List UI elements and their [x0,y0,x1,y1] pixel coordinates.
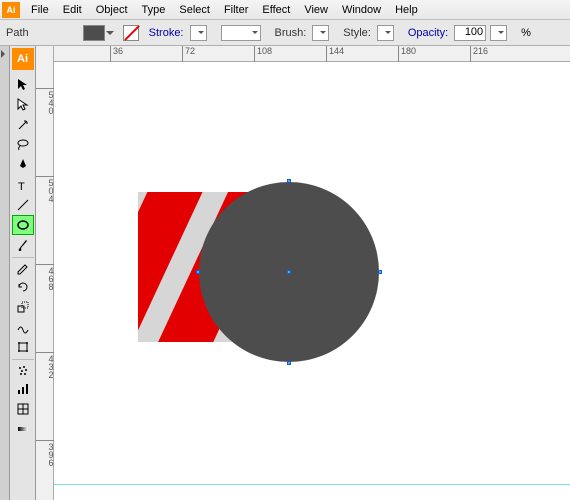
h-ruler-tick: 144 [326,46,344,62]
v-ruler-tick: 396 [36,440,54,466]
h-ruler-tick: 72 [182,46,195,62]
menu-view[interactable]: View [297,4,335,16]
style-label: Style: [343,27,371,39]
graph-tool[interactable] [12,379,34,399]
ellipse-object-selected[interactable] [199,182,379,362]
left-anchor[interactable] [196,270,200,274]
horizontal-guide[interactable] [54,484,570,485]
scale-tool[interactable] [12,297,34,317]
h-ruler-tick: 180 [398,46,416,62]
expand-arrow-icon [1,50,9,58]
menu-bar: Ai FileEditObjectTypeSelectFilterEffectV… [0,0,570,20]
svg-text:T: T [18,181,25,192]
center-anchor[interactable] [287,270,291,274]
warp-tool[interactable] [12,317,34,337]
gradient-tool[interactable] [12,419,34,439]
ellipse-tool[interactable] [12,215,34,235]
type-tool[interactable]: T [12,175,34,195]
menu-edit[interactable]: Edit [56,4,89,16]
h-ruler-tick: 108 [254,46,272,62]
h-ruler-tick: 216 [470,46,488,62]
menu-file[interactable]: File [24,4,56,16]
brush-dropdown[interactable] [312,25,329,41]
magic-wand-tool[interactable] [12,115,34,135]
menu-window[interactable]: Window [335,4,388,16]
control-bar: Path Stroke: Brush: Style: Opacity: 100 … [0,20,570,46]
opacity-dropdown[interactable] [490,25,507,41]
v-ruler-tick: 468 [36,264,54,290]
menu-filter[interactable]: Filter [217,4,255,16]
lasso-tool[interactable] [12,135,34,155]
fill-swatch[interactable] [83,25,105,41]
h-ruler-tick: 36 [110,46,123,62]
panel-collapse-strip[interactable] [0,46,10,500]
line-tool[interactable] [12,195,34,215]
top-anchor[interactable] [287,179,291,183]
menu-type[interactable]: Type [135,4,173,16]
direct-selection-tool[interactable] [12,95,34,115]
right-anchor[interactable] [378,270,382,274]
free-transform-tool[interactable] [12,337,34,357]
selection-type-label: Path [6,27,29,39]
ai-badge: Ai [12,48,34,70]
menu-select[interactable]: Select [172,4,217,16]
v-ruler-tick: 504 [36,176,54,202]
brush-label: Brush: [275,27,307,39]
menu-help[interactable]: Help [388,4,425,16]
artboard[interactable] [54,62,570,500]
toolbox: Ai T [10,46,36,500]
pen-tool[interactable] [12,155,34,175]
no-stroke-icon[interactable] [123,25,139,41]
menu-object[interactable]: Object [89,4,135,16]
pencil-tool[interactable] [12,257,34,277]
rotate-tool[interactable] [12,277,34,297]
app-icon: Ai [2,2,20,18]
stroke-profile-dropdown[interactable] [221,25,261,41]
stroke-weight-dropdown[interactable] [190,25,207,41]
canvas-area: 36 72 108 144 180 216 540 504 468 432 396 [36,46,570,500]
opacity-input[interactable]: 100 [454,25,486,41]
bottom-anchor[interactable] [287,361,291,365]
brush-tool[interactable] [12,235,34,255]
workspace: Ai T 36 72 108 144 180 216 540 504 468 432 396 [0,46,570,500]
stroke-label[interactable]: Stroke: [149,27,184,39]
opacity-unit: % [521,27,531,39]
mesh-tool[interactable] [12,399,34,419]
vertical-ruler[interactable]: 540 504 468 432 396 [36,46,54,500]
v-ruler-tick: 540 [36,88,54,114]
menu-effect[interactable]: Effect [255,4,297,16]
style-dropdown[interactable] [377,25,394,41]
horizontal-ruler[interactable]: 36 72 108 144 180 216 [54,46,570,62]
opacity-label[interactable]: Opacity: [408,27,448,39]
v-ruler-tick: 432 [36,352,54,378]
symbol-sprayer-tool[interactable] [12,359,34,379]
selection-tool[interactable] [12,75,34,95]
